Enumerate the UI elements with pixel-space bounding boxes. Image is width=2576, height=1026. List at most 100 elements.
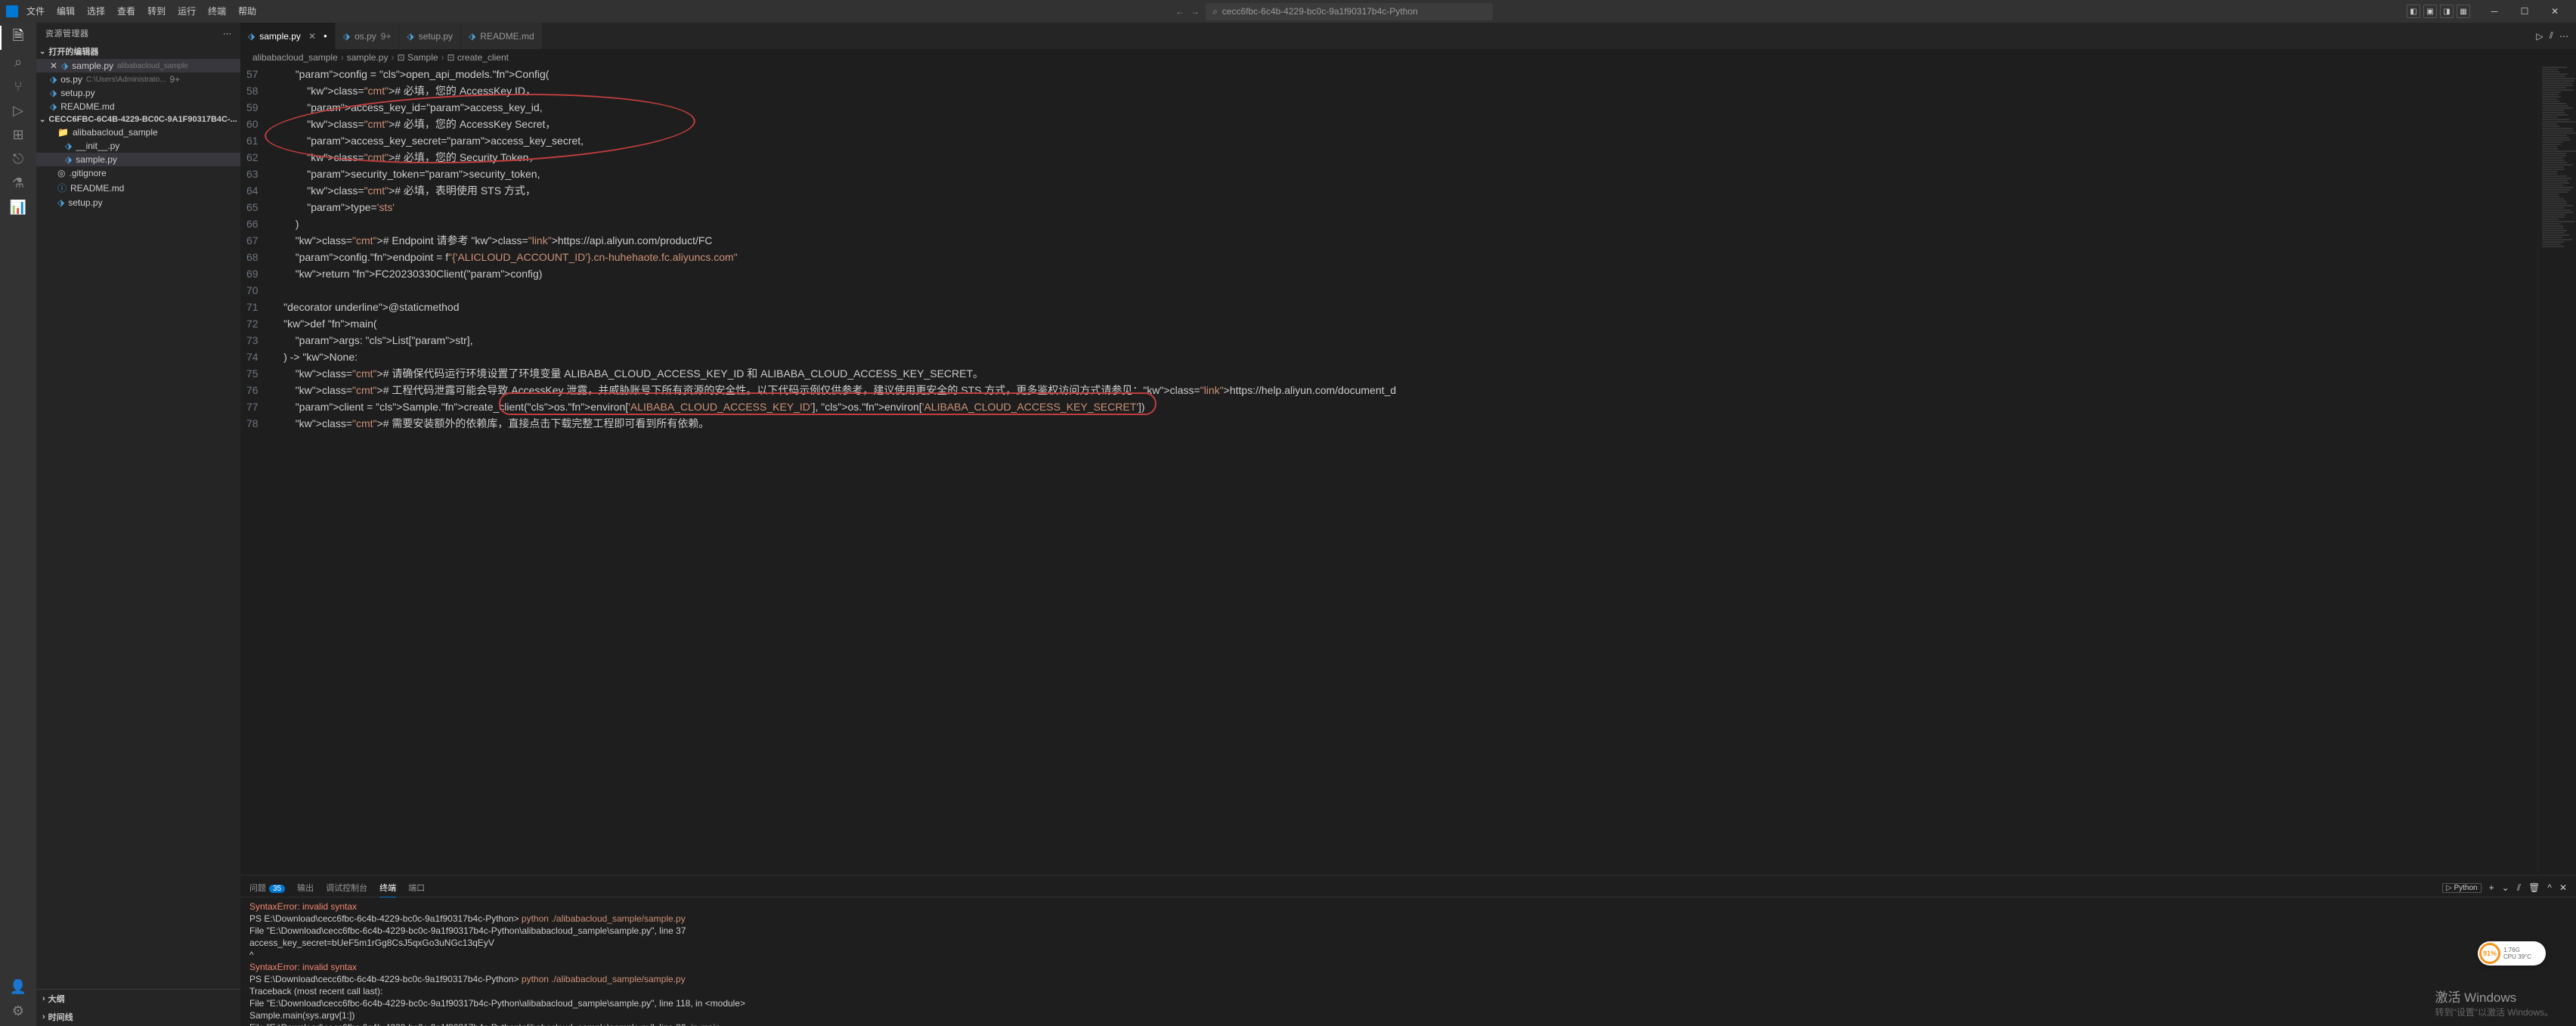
search-icon[interactable]: ⌕ bbox=[9, 53, 27, 71]
menu-go[interactable]: 转到 bbox=[142, 0, 171, 23]
terminal-dropdown-icon[interactable]: ⌄ bbox=[2502, 882, 2509, 893]
command-center[interactable]: ⌕ cecc6fbc-6c4b-4229-bc0c-9a1f90317b4c-P… bbox=[1206, 3, 1493, 20]
tree-item[interactable]: ⬗ setup.py bbox=[36, 196, 240, 209]
breadcrumb-segment[interactable]: ⊡ Sample bbox=[397, 52, 438, 63]
tree-item[interactable]: ◎ .gitignore bbox=[36, 166, 240, 180]
code-line[interactable]: "kw">class="cmt"># 必填，您的 AccessKey Secre… bbox=[272, 116, 2523, 132]
code-line[interactable]: "param">type='sts' bbox=[272, 199, 2523, 215]
panel-tab-terminal[interactable]: 终端 bbox=[379, 879, 396, 897]
code-line[interactable]: "param">config."fn">endpoint = f"{'ALICL… bbox=[272, 249, 2523, 265]
code-line[interactable]: "kw">class="cmt"># 工程代码泄露可能会导致 AccessKey… bbox=[272, 382, 2523, 398]
testing-icon[interactable]: ⚗ bbox=[9, 174, 27, 192]
panel-tab-debug[interactable]: 调试控制台 bbox=[326, 879, 367, 897]
maximize-panel-icon[interactable]: ^ bbox=[2547, 882, 2552, 893]
code-line[interactable]: "kw">class="cmt"># 必填，表明使用 STS 方式， bbox=[272, 182, 2523, 199]
menu-run[interactable]: 运行 bbox=[172, 0, 201, 23]
code-line[interactable]: "decorator underline">@staticmethod bbox=[272, 299, 2523, 315]
code-line[interactable]: ) bbox=[272, 215, 2523, 232]
editor-tab[interactable]: ⬗ os.py 9+ bbox=[336, 23, 400, 49]
timeline-header[interactable]: ›时间线 bbox=[36, 1008, 240, 1026]
open-editor-item[interactable]: ⬗ README.md bbox=[36, 100, 240, 113]
terminal-line: File "E:\Download\cecc6fbc-6c4b-4229-bc0… bbox=[249, 925, 2567, 937]
more-actions-icon[interactable]: ⋯ bbox=[2559, 31, 2568, 42]
editor-tab[interactable]: ⬗ setup.py bbox=[399, 23, 461, 49]
tree-item[interactable]: ⬗ __init__.py bbox=[36, 139, 240, 153]
sidebar-more-icon[interactable]: ⋯ bbox=[223, 29, 231, 39]
settings-gear-icon[interactable]: ⚙ bbox=[9, 1002, 27, 1020]
nav-fwd-icon[interactable]: → bbox=[1190, 6, 1200, 17]
panel-tab-problems[interactable]: 问题35 bbox=[249, 879, 285, 897]
layout-sidebar-left-icon[interactable]: ◧ bbox=[2407, 5, 2420, 18]
tree-item[interactable]: ⬗ sample.py bbox=[36, 153, 240, 166]
code-line[interactable] bbox=[272, 282, 2523, 299]
editor-tab[interactable]: ⬗ README.md bbox=[461, 23, 543, 49]
new-terminal-icon[interactable]: + bbox=[2489, 882, 2494, 893]
code-line[interactable]: "kw">class="cmt"># 需要安装额外的依赖库，直接点击下载完整工程… bbox=[272, 415, 2523, 432]
run-debug-icon[interactable]: ▷ bbox=[9, 101, 27, 119]
code-line[interactable]: ) -> "kw">None: bbox=[272, 349, 2523, 365]
code-line[interactable]: "kw">def "fn">main( bbox=[272, 315, 2523, 332]
system-monitor-widget[interactable]: 91% 1.76GCPU 39°C bbox=[2478, 941, 2546, 966]
extensions-icon[interactable]: ⊞ bbox=[9, 126, 27, 144]
accounts-icon[interactable]: 👤 bbox=[9, 978, 27, 996]
editor-tab[interactable]: ⬗ sample.py ✕ bbox=[240, 23, 336, 49]
tree-item[interactable]: 📁 alibabacloud_sample bbox=[36, 126, 240, 139]
graph-icon[interactable]: 📊 bbox=[9, 198, 27, 216]
open-editor-item[interactable]: ⬗ os.py C:\Users\Administrato... 9+ bbox=[36, 73, 240, 86]
minimap[interactable] bbox=[2538, 66, 2576, 875]
sidebar: 资源管理器 ⋯ ⌄ 打开的编辑器 ✕ ⬗ sample.py alibabacl… bbox=[36, 23, 240, 1026]
breadcrumb-segment[interactable]: ⊡ create_client bbox=[447, 52, 509, 63]
titlebar: 文件 编辑 选择 查看 转到 运行 终端 帮助 ← → ⌕ cecc6fbc-6… bbox=[0, 0, 2576, 23]
kill-terminal-icon[interactable]: 🗑 bbox=[2528, 882, 2540, 893]
menu-terminal[interactable]: 终端 bbox=[203, 0, 231, 23]
code-line[interactable]: "param">access_key_id="param">access_key… bbox=[272, 99, 2523, 116]
nav-back-icon[interactable]: ← bbox=[1175, 6, 1184, 17]
breadcrumb-segment[interactable]: sample.py bbox=[347, 52, 389, 63]
window-close-icon[interactable]: ✕ bbox=[2540, 0, 2570, 23]
code-line[interactable]: "param">config = "cls">open_api_models."… bbox=[272, 66, 2523, 82]
panel-tab-output[interactable]: 输出 bbox=[297, 879, 314, 897]
project-header[interactable]: ⌄ CECC6FBC-6C4B-4229-BC0C-9A1F90317B4C-.… bbox=[36, 113, 240, 126]
chevron-down-icon: ⌄ bbox=[39, 116, 45, 124]
menu-file[interactable]: 文件 bbox=[21, 0, 50, 23]
code-line[interactable]: "kw">class="cmt"># 必填，您的 Security Token， bbox=[272, 149, 2523, 166]
tree-item[interactable]: ⓘ README.md bbox=[36, 180, 240, 196]
panel-tab-ports[interactable]: 端口 bbox=[408, 879, 425, 897]
menu-select[interactable]: 选择 bbox=[82, 0, 110, 23]
split-terminal-icon[interactable]: ⫽ bbox=[2517, 882, 2521, 894]
code-line[interactable]: "param">access_key_secret="param">access… bbox=[272, 132, 2523, 149]
run-icon[interactable]: ▷ bbox=[2536, 31, 2543, 42]
cpu-ring-icon: 91% bbox=[2479, 943, 2500, 964]
breadcrumb-segment[interactable]: alibabacloud_sample bbox=[252, 52, 338, 63]
layout-panel-icon[interactable]: ▣ bbox=[2423, 5, 2437, 18]
code-line[interactable]: "kw">return "fn">FC20230330Client("param… bbox=[272, 265, 2523, 282]
open-editor-item[interactable]: ⬗ setup.py bbox=[36, 86, 240, 100]
layout-custom-icon[interactable]: ▦ bbox=[2457, 5, 2470, 18]
code-editor[interactable]: 5758596061626364656667686970717273747576… bbox=[240, 66, 2538, 875]
terminal-line: Traceback (most recent call last): bbox=[249, 985, 2567, 997]
remote-icon[interactable]: ⎋ bbox=[9, 150, 27, 168]
layout-sidebar-right-icon[interactable]: ◨ bbox=[2440, 5, 2454, 18]
open-editor-item[interactable]: ✕ ⬗ sample.py alibabacloud_sample bbox=[36, 59, 240, 73]
menu-help[interactable]: 帮助 bbox=[233, 0, 262, 23]
code-line[interactable]: "kw">class="cmt"># Endpoint 请参考 "kw">cla… bbox=[272, 232, 2523, 249]
menu-view[interactable]: 查看 bbox=[112, 0, 141, 23]
code-line[interactable]: "param">client = "cls">Sample."fn">creat… bbox=[272, 398, 2523, 415]
terminal-line: PS E:\Download\cecc6fbc-6c4b-4229-bc0c-9… bbox=[249, 913, 2567, 925]
explorer-icon[interactable]: 🗎 bbox=[9, 29, 27, 47]
source-control-icon[interactable]: ⑂ bbox=[9, 77, 27, 95]
open-editors-header[interactable]: ⌄ 打开的编辑器 bbox=[36, 44, 240, 59]
breadcrumb[interactable]: alibabacloud_sample›sample.py›⊡ Sample›⊡… bbox=[240, 49, 2576, 66]
menu-edit[interactable]: 编辑 bbox=[51, 0, 80, 23]
outline-header[interactable]: ›大纲 bbox=[36, 990, 240, 1008]
window-minimize-icon[interactable]: ─ bbox=[2479, 0, 2509, 23]
code-line[interactable]: "kw">class="cmt"># 必填，您的 AccessKey ID， bbox=[272, 82, 2523, 99]
terminal-output[interactable]: SyntaxError: invalid syntaxPS E:\Downloa… bbox=[240, 897, 2576, 1026]
close-panel-icon[interactable]: ✕ bbox=[2559, 882, 2567, 893]
terminal-shell-label[interactable]: ▷ Python bbox=[2442, 883, 2482, 893]
code-line[interactable]: "param">args: "cls">List["param">str], bbox=[272, 332, 2523, 349]
code-line[interactable]: "param">security_token="param">security_… bbox=[272, 166, 2523, 182]
window-maximize-icon[interactable]: ☐ bbox=[2509, 0, 2540, 23]
split-editor-icon[interactable]: ⫽ bbox=[2550, 30, 2553, 42]
code-line[interactable]: "kw">class="cmt"># 请确保代码运行环境设置了环境变量 ALIB… bbox=[272, 365, 2523, 382]
